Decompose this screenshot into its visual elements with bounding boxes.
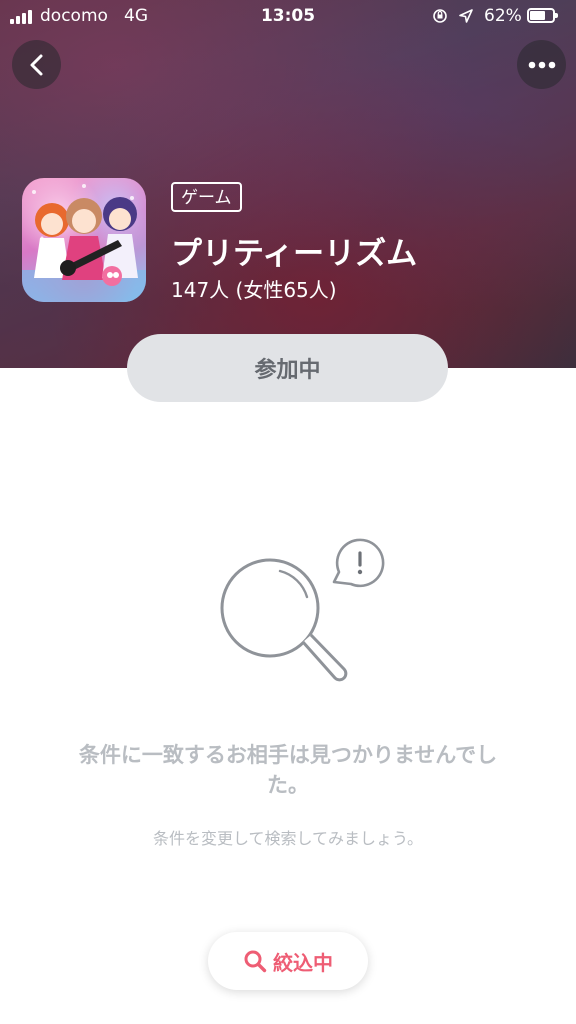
alert-bubble-icon	[332, 538, 385, 588]
empty-state-title: 条件に一致するお相手は見つかりませんでした。	[78, 743, 498, 797]
chevron-left-icon	[30, 54, 42, 75]
magnifier-icon	[220, 558, 348, 682]
search-icon	[244, 950, 267, 973]
group-title: プリティーリズム	[171, 236, 418, 272]
filter-button[interactable]: 絞込中	[208, 932, 368, 990]
battery-icon	[527, 8, 558, 23]
battery-percent: 62%	[484, 6, 522, 26]
member-count: 147人 (女性65人)	[171, 278, 337, 302]
category-badge: ゲーム	[171, 182, 242, 212]
group-header: docomo 4G 13:05 62% ゲーム プリティーリズム 147人 (女…	[0, 0, 576, 368]
location-arrow-icon	[459, 9, 473, 23]
filter-button-label: 絞込中	[273, 950, 333, 975]
empty-state-hint: 条件を変更して検索してみましょう。	[152, 829, 424, 848]
no-results-illustration	[220, 538, 385, 682]
more-horizontal-icon	[528, 61, 555, 68]
status-bar: docomo 4G 13:05 62%	[0, 0, 576, 34]
back-button[interactable]	[12, 40, 61, 89]
rotation-lock-icon	[433, 9, 447, 23]
group-app-icon	[22, 178, 146, 302]
more-options-button[interactable]	[517, 40, 566, 89]
joined-button[interactable]: 参加中	[127, 334, 448, 402]
